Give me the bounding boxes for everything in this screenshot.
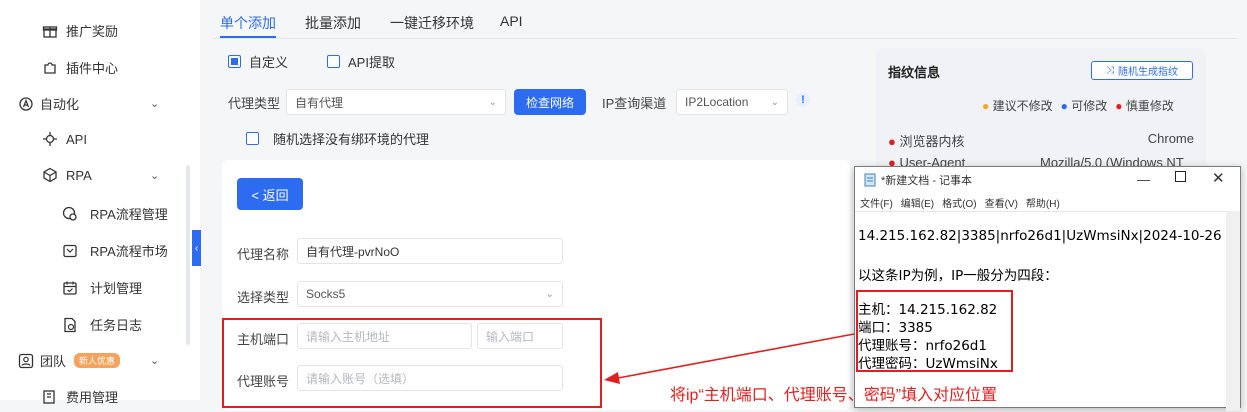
annotation-arrow: [604, 333, 855, 384]
annotation-text: 将ip“主机端口、代理账号、密码”填入对应位置: [670, 387, 998, 404]
